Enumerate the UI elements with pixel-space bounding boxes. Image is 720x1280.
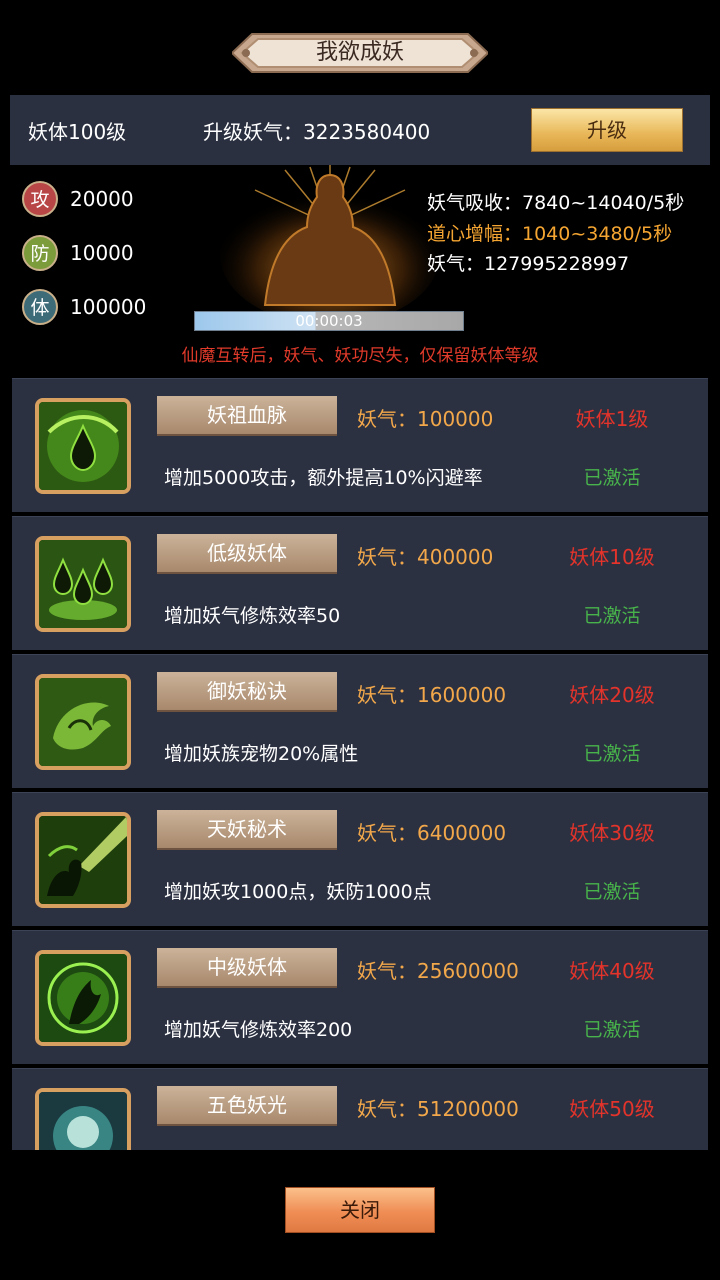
page-title: 我欲成妖 (315, 40, 404, 65)
skill-requirement: 妖体30级 (569, 821, 655, 845)
skill-card: 御妖秘诀 妖气：1600000 妖体20级 增加妖族宠物20%属性 已激活 (12, 654, 708, 788)
skill-cost: 妖气：1600000 (357, 683, 507, 707)
body-icon: 体 (22, 289, 58, 325)
skill-name: 中级妖体 (157, 948, 337, 988)
skill-requirement: 妖体50级 (569, 1097, 655, 1121)
skill-requirement: 妖体10级 (569, 545, 655, 569)
skill-card: 天妖秘术 妖气：6400000 妖体30级 增加妖攻1000点，妖防1000点 … (12, 792, 708, 926)
five-color-light-icon (35, 1088, 131, 1150)
skill-name: 低级妖体 (157, 534, 337, 574)
skill-description: 增加妖气修炼效率200 (164, 1019, 353, 1041)
progress-timer: 00:00:03 (295, 312, 363, 330)
close-button[interactable]: 关闭 (285, 1187, 435, 1233)
skill-cost: 妖气：400000 (357, 545, 494, 569)
skill-description: 增加5000攻击，额外提高10%闪避率 (164, 467, 483, 489)
skill-name: 五色妖光 (157, 1086, 337, 1126)
skill-card: 妖祖血脉 妖气：100000 妖体1级 增加5000攻击，额外提高10%闪避率 … (12, 378, 708, 512)
skill-status: 已激活 (583, 881, 641, 903)
body-level: 妖体100级 (28, 120, 127, 144)
skill-status: 已激活 (583, 1019, 641, 1041)
skill-cost: 妖气：6400000 (357, 821, 507, 845)
attack-value: 20000 (70, 187, 134, 211)
body-value: 100000 (70, 295, 147, 319)
skill-description: 增加妖气修炼效率50 (164, 605, 341, 627)
upgrade-cost: 升级妖气：3223580400 (203, 120, 431, 144)
skill-cost: 妖气：51200000 (357, 1097, 519, 1121)
level-bar: 妖体100级 升级妖气：3223580400 升级 (10, 95, 710, 165)
skill-name: 御妖秘诀 (157, 672, 337, 712)
skill-name: 妖祖血脉 (157, 396, 337, 436)
skill-description: 增加妖攻1000点，妖防1000点 (164, 881, 432, 903)
green-drop-icon (35, 398, 131, 494)
skill-card: 中级妖体 妖气：25600000 妖体40级 增加妖气修炼效率200 已激活 (12, 930, 708, 1064)
skill-description: 增加妖族宠物20%属性 (164, 743, 359, 765)
skill-card: 低级妖体 妖气：400000 妖体10级 增加妖气修炼效率50 已激活 (12, 516, 708, 650)
demon-figure-image (215, 165, 445, 325)
yaoqi-absorb-rate: 妖气吸收：7840~14040/5秒 (427, 192, 685, 214)
defense-value: 10000 (70, 241, 134, 265)
skill-card: 五色妖光 妖气：51200000 妖体50级 (12, 1068, 708, 1150)
defense-icon: 防 (22, 235, 58, 271)
skill-status: 已激活 (583, 743, 641, 765)
attack-icon: 攻 (22, 181, 58, 217)
skill-name: 天妖秘术 (157, 810, 337, 850)
skill-cost: 妖气：100000 (357, 407, 494, 431)
upgrade-button[interactable]: 升级 (531, 108, 683, 152)
skill-status: 已激活 (583, 467, 641, 489)
daoxin-boost-rate: 道心增幅：1040~3480/5秒 (427, 223, 673, 245)
beast-swirl-icon (35, 674, 131, 770)
demon-claw-icon (35, 812, 131, 908)
skill-cost: 妖气：25600000 (357, 959, 519, 983)
skill-requirement: 妖体1级 (575, 407, 649, 431)
skill-requirement: 妖体20级 (569, 683, 655, 707)
dragon-aura-icon (35, 950, 131, 1046)
triple-drop-icon (35, 536, 131, 632)
skill-status: 已激活 (583, 605, 641, 627)
warning-text: 仙魔互转后，妖气、妖功尽失，仅保留妖体等级 (181, 346, 539, 366)
yaoqi-total: 妖气：127995228997 (427, 253, 630, 275)
skill-list[interactable]: 妖祖血脉 妖气：100000 妖体1级 增加5000攻击，额外提高10%闪避率 … (12, 378, 708, 1150)
cultivation-progress-bar: 00:00:03 (194, 311, 464, 331)
skill-requirement: 妖体40级 (569, 959, 655, 983)
title-banner: 我欲成妖 (232, 30, 488, 76)
